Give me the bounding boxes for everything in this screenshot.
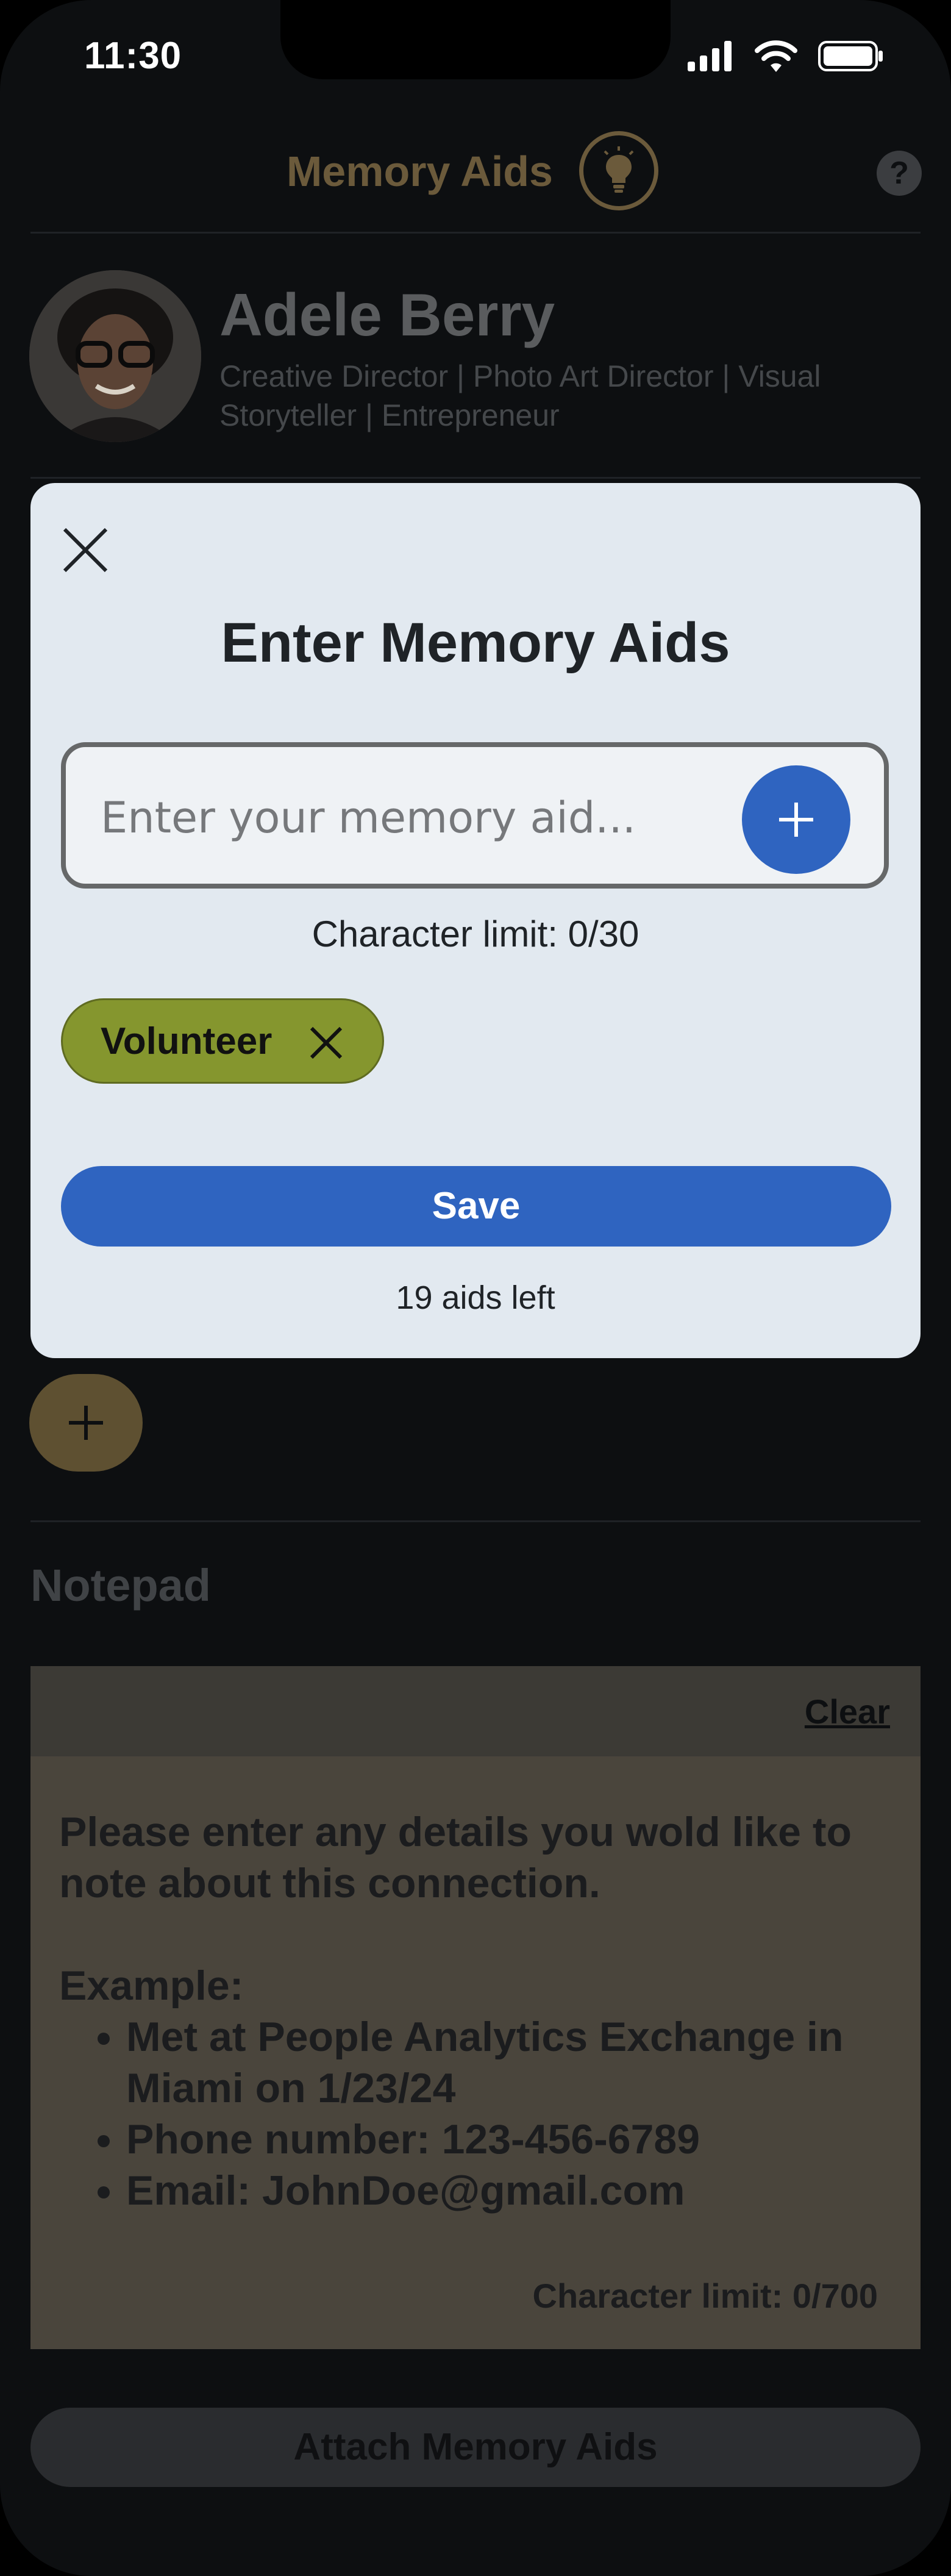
notepad-placeholder: Please enter any details you wold like t… [59,1806,894,2216]
divider [30,477,921,479]
save-button[interactable]: Save [61,1166,891,1247]
status-icons [688,40,884,72]
example-label: Example: [59,1962,244,2009]
clear-button[interactable]: Clear [805,1692,890,1731]
status-time: 11:30 [84,35,182,77]
divider [30,1520,921,1522]
add-memory-aid-button[interactable] [29,1374,143,1472]
add-aid-button[interactable] [742,765,850,874]
modal-title: Enter Memory Aids [221,612,730,674]
memory-aid-field [61,742,889,889]
device-notch [280,0,671,79]
signal-icon [688,41,732,71]
aids-left-count: 19 aids left [396,1279,555,1316]
help-button[interactable]: ? [877,151,922,196]
list-item: Email: JohnDoe@gmail.com [126,2165,894,2216]
notepad-toolbar: Clear [30,1666,921,1756]
chip-label: Volunteer [101,1020,272,1062]
page-title: Memory Aids [287,148,553,195]
notepad-textarea[interactable]: Clear Please enter any details you wold … [30,1666,921,2349]
list-item: Phone number: 123-456-6789 [126,2114,894,2165]
close-icon[interactable] [55,520,116,581]
memory-aids-modal: Enter Memory Aids Character limit: 0/30 … [30,483,921,1358]
divider [30,232,921,234]
avatar [29,270,201,442]
contact-subtitle: Creative Director | Photo Art Director |… [219,359,821,432]
contact-name: Adele Berry [219,281,555,348]
notepad-character-limit: Character limit: 0/700 [532,2277,878,2315]
aid-character-limit: Character limit: 0/30 [312,914,639,954]
app-header: Memory Aids ? [0,131,951,223]
memory-aid-chip: Volunteer [61,998,384,1084]
battery-icon [818,41,883,71]
plus-icon [779,803,813,837]
notepad-title: Notepad [30,1560,211,1611]
remove-chip-icon[interactable] [308,1025,344,1061]
lightbulb-icon [579,131,658,210]
attach-memory-aids-button[interactable]: Attach Memory Aids [30,2408,921,2487]
wifi-icon [755,40,797,72]
plus-icon [69,1406,103,1440]
list-item: Met at People Analytics Exchange in Miam… [126,2011,894,2114]
example-list: Met at People Analytics Exchange in Miam… [59,2011,894,2216]
phone-screen: 11:30 Memory Aids ? Adele Berry Creative… [0,0,951,2576]
memory-aid-input[interactable] [99,784,711,852]
notepad-intro: Please enter any details you wold like t… [59,1809,852,1906]
